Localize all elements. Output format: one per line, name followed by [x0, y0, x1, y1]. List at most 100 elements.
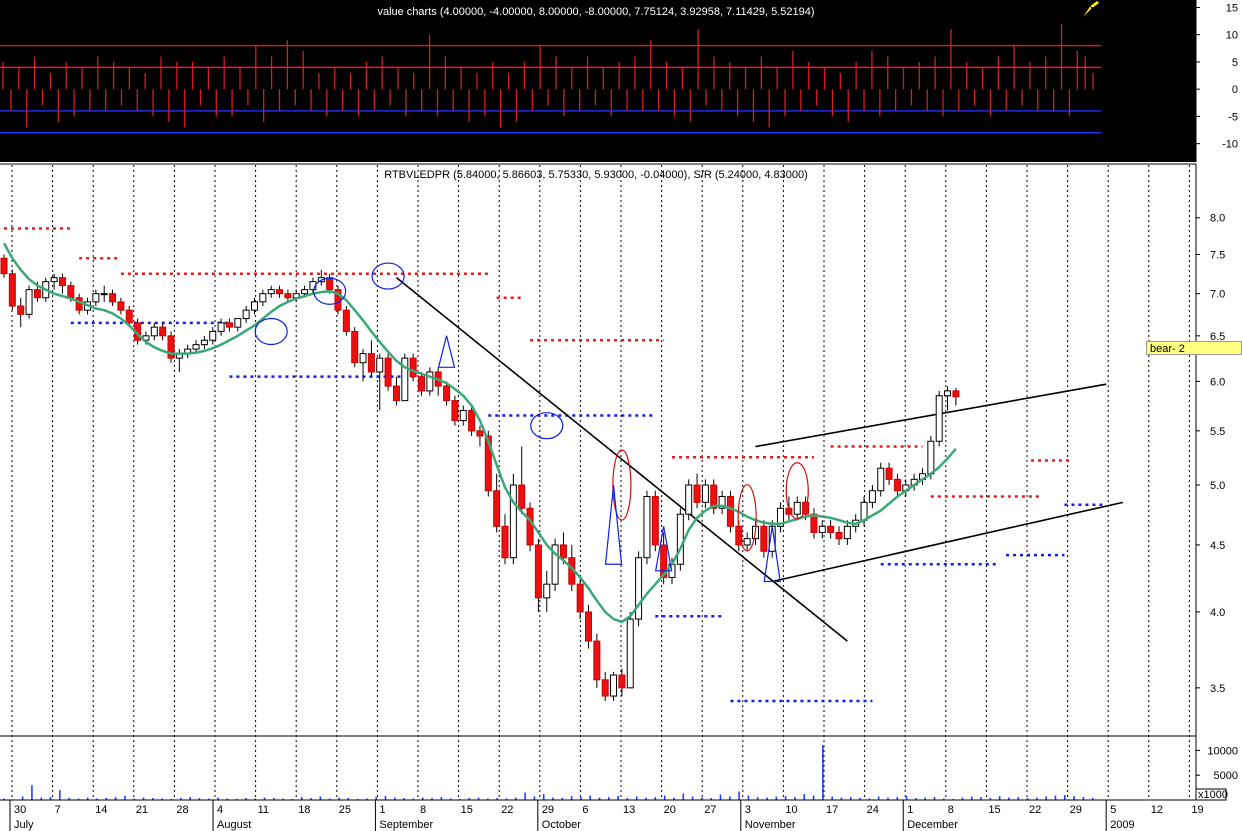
- candle: [543, 570, 551, 612]
- x-tick-label: 13: [623, 804, 635, 816]
- candle: [58, 273, 66, 294]
- price-tick-label: 4.0: [1210, 607, 1225, 619]
- x-tick-label: 22: [1029, 804, 1041, 816]
- candle: [534, 538, 542, 612]
- price-title: RTBVLEDPR (5.84000, 5.86603, 5.75330, 5.…: [384, 169, 808, 181]
- x-tick-label: 29: [542, 804, 554, 816]
- candle: [401, 353, 409, 402]
- candle: [0, 254, 8, 278]
- x-tick-label: 28: [176, 804, 188, 816]
- candle: [200, 335, 208, 350]
- candle: [777, 502, 785, 533]
- x-tick-label: 11: [258, 804, 269, 816]
- price-tick-label: 3.5: [1210, 683, 1225, 695]
- candle: [585, 604, 592, 649]
- month-label: 2009: [1110, 819, 1134, 831]
- candle: [501, 514, 509, 565]
- candle: [184, 344, 192, 359]
- candle: [509, 473, 517, 565]
- candle: [342, 305, 350, 336]
- candle: [384, 353, 392, 391]
- candle: [551, 538, 559, 591]
- x-tick-label: 8: [420, 804, 426, 816]
- candle: [618, 668, 626, 697]
- candle: [610, 671, 618, 702]
- price-tick-label: 5.5: [1210, 426, 1225, 438]
- candle: [593, 633, 601, 688]
- candle: [150, 322, 158, 341]
- oscillator-panel: value charts (4.00000, -4.00000, 8.00000…: [0, 0, 1238, 162]
- x-tick-label: 10: [785, 804, 797, 816]
- candle: [693, 473, 701, 509]
- month-label: July: [14, 819, 34, 831]
- oscillator-tick-label: -10: [1222, 139, 1238, 151]
- status-badge: bear- 2: [1146, 341, 1242, 355]
- month-label: August: [217, 819, 251, 831]
- price-tick-label: 7.5: [1210, 249, 1225, 261]
- price-panel: RTBVLEDPR (5.84000, 5.86603, 5.75330, 5.…: [0, 163, 1225, 800]
- candle: [234, 318, 242, 332]
- candle: [676, 508, 684, 571]
- x-tick-label: 7: [55, 804, 61, 816]
- pattern-triangle: [437, 335, 456, 368]
- candle: [409, 353, 417, 382]
- candle: [217, 318, 225, 336]
- candle: [242, 305, 250, 323]
- candle: [893, 473, 901, 497]
- x-tick-label: 14: [95, 804, 107, 816]
- x-axis: 30 7 14 21 28 4 11 18 25 1 8 15 22 29 6 13 20 27 3 10 17 24 1 8…: [0, 799, 1204, 831]
- oscillator-tick-label: 5: [1232, 57, 1238, 69]
- x-tick-label: 5: [1110, 804, 1116, 816]
- candle: [100, 285, 108, 302]
- candle: [877, 462, 885, 497]
- candle: [835, 526, 843, 545]
- candle: [8, 269, 16, 311]
- candle: [935, 390, 943, 447]
- x-tick-label: 12: [1151, 804, 1163, 816]
- x-tick-label: 20: [664, 804, 676, 816]
- trend-line: [772, 501, 1124, 583]
- volume-unit: x1000: [1198, 789, 1228, 801]
- candle: [635, 551, 643, 627]
- x-tick-label: 15: [461, 804, 473, 816]
- x-tick-label: 18: [298, 804, 310, 816]
- x-tick-label: 22: [501, 804, 513, 816]
- candle: [426, 367, 434, 396]
- candle: [267, 285, 275, 298]
- price-tick-label: 6.0: [1210, 376, 1225, 388]
- x-tick-label: 6: [582, 804, 588, 816]
- price-tick-label: 5.0: [1210, 480, 1225, 492]
- x-tick-label: 4: [217, 804, 223, 816]
- candle: [493, 473, 501, 533]
- candle: [793, 496, 801, 521]
- candle: [92, 289, 100, 306]
- candle: [117, 297, 125, 315]
- candle: [209, 327, 217, 345]
- candle: [710, 479, 718, 515]
- x-tick-label: 1: [907, 804, 913, 816]
- candle: [576, 577, 584, 620]
- oscillator-tick-label: 15: [1226, 2, 1238, 14]
- candle: [952, 388, 960, 406]
- month-label: November: [745, 819, 796, 831]
- oscillator-tick-label: 10: [1226, 30, 1238, 42]
- candle: [25, 285, 33, 319]
- trend-line: [395, 277, 848, 642]
- candle: [701, 479, 709, 509]
- chart-canvas: value charts (4.00000, -4.00000, 8.00000…: [0, 0, 1238, 831]
- x-tick-label: 30: [14, 804, 26, 816]
- candle: [167, 331, 175, 363]
- x-tick-label: 3: [745, 804, 751, 816]
- price-tick-label: 8.0: [1210, 213, 1225, 225]
- candle: [351, 327, 359, 368]
- candle: [643, 490, 651, 565]
- volume-tick-label: 10000: [1207, 745, 1238, 757]
- volume-panel: 10000 5000 x1000: [0, 735, 1238, 801]
- candle: [367, 340, 375, 377]
- candle: [225, 318, 233, 332]
- x-tick-label: 8: [948, 804, 954, 816]
- candle: [459, 405, 467, 426]
- candle: [251, 297, 258, 315]
- month-label: December: [907, 819, 958, 831]
- candle: [109, 289, 117, 306]
